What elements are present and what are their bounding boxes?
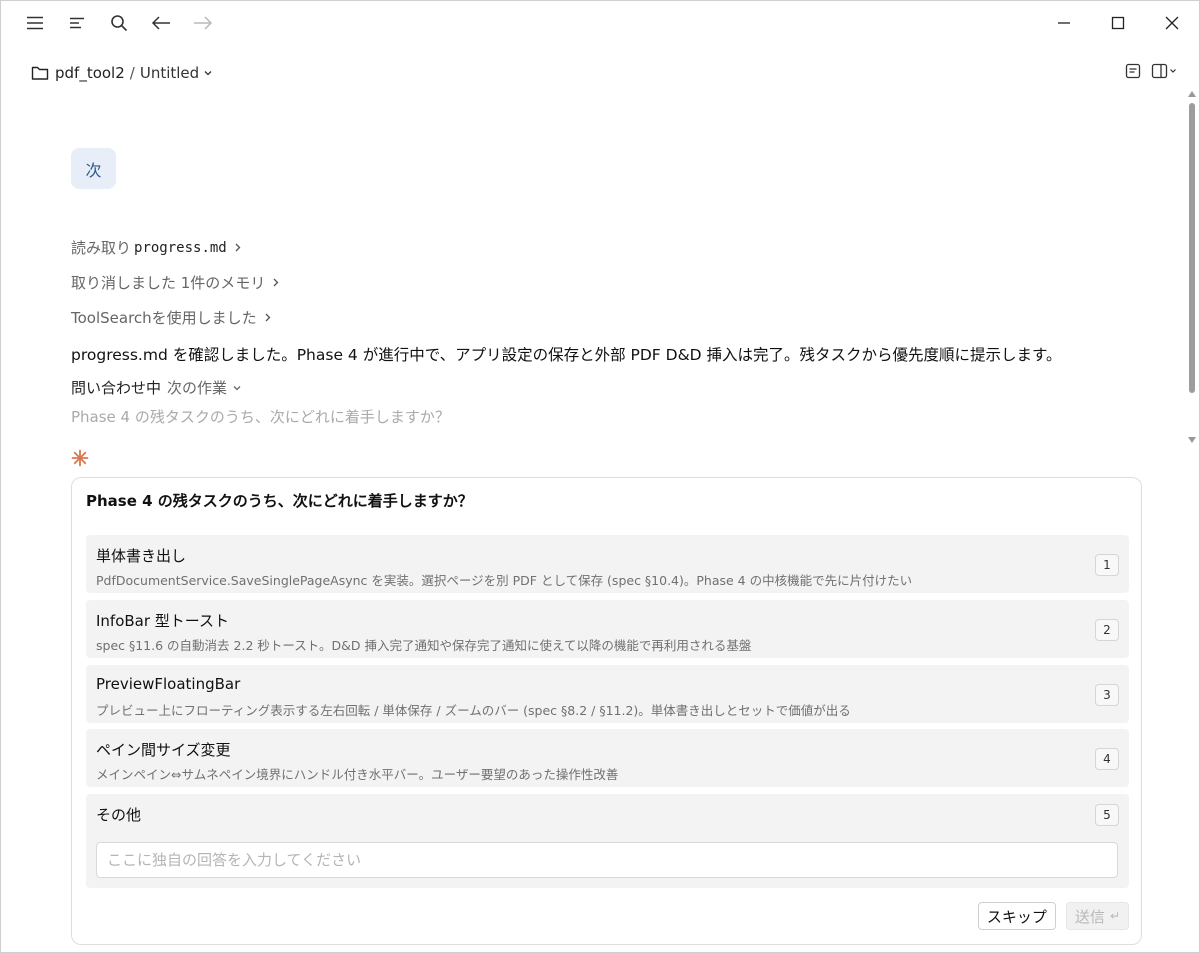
option-shortcut-key: 1 xyxy=(1095,554,1119,576)
question-card: Phase 4 の残タスクのうち、次にどれに着手しますか？ 単体書き出し Pdf… xyxy=(71,477,1142,945)
project-name[interactable]: pdf_tool2 xyxy=(55,64,125,82)
scrollbar[interactable] xyxy=(1186,91,1198,451)
skip-button[interactable]: スキップ xyxy=(977,902,1056,930)
list-icon[interactable] xyxy=(63,9,91,37)
panel-toggle-icon[interactable] xyxy=(1151,63,1177,79)
scroll-down-arrow[interactable] xyxy=(1188,437,1196,443)
option-title: InfoBar 型トースト xyxy=(96,612,230,630)
search-icon[interactable] xyxy=(105,9,133,37)
step-memory[interactable]: 取り消しました 1件のメモリ xyxy=(71,272,279,293)
notes-icon[interactable] xyxy=(1125,63,1141,79)
title-bar xyxy=(1,1,1199,45)
option-other[interactable]: その他 5 xyxy=(86,794,1129,888)
step-memory-label: 取り消しました 1件のメモリ xyxy=(71,274,266,292)
breadcrumb-bar: pdf_tool2 / Untitled xyxy=(1,53,1199,93)
custom-answer-input[interactable] xyxy=(96,842,1118,878)
chevron-right-icon xyxy=(235,243,241,252)
inquiry-topic: 次の作業 xyxy=(167,379,228,397)
step-read-label: 読み取り xyxy=(71,239,132,257)
back-arrow-icon[interactable] xyxy=(147,9,175,37)
document-title: Untitled xyxy=(139,64,200,82)
chevron-right-icon xyxy=(265,313,271,322)
option-description: メインペイン⇔サムネペイン境界にハンドル付き水平バー。ユーザー要望のあった操作性… xyxy=(96,767,619,782)
question-title: Phase 4 の残タスクのうち、次にどれに着手しますか？ xyxy=(86,492,473,510)
inquiry-label: 問い合わせ中 xyxy=(71,379,162,397)
option-shortcut-key: 3 xyxy=(1095,684,1119,706)
option-description: プレビュー上にフローティング表示する左右回転 / 単体保存 / ズームのバー (… xyxy=(96,703,851,718)
enter-key-icon: ↵ xyxy=(1109,909,1120,923)
option-title: 単体書き出し xyxy=(96,547,187,565)
step-toolsearch-label: ToolSearchを使用しました xyxy=(71,309,257,327)
inquiry-question: Phase 4 の残タスクのうち、次にどれに着手しますか？ xyxy=(71,408,450,426)
option-shortcut-key: 5 xyxy=(1095,804,1119,826)
chevron-right-icon xyxy=(273,278,279,287)
option-4[interactable]: ペイン間サイズ変更 メインペイン⇔サムネペイン境界にハンドル付き水平バー。ユーザ… xyxy=(86,729,1129,787)
option-description: PdfDocumentService.SaveSinglePageAsync を… xyxy=(96,573,913,588)
breadcrumb: pdf_tool2 / Untitled xyxy=(1,64,212,82)
chevron-down-icon xyxy=(233,385,241,391)
option-title: PreviewFloatingBar xyxy=(96,675,241,693)
scroll-thumb[interactable] xyxy=(1189,103,1195,393)
assistant-summary: progress.md を確認しました。Phase 4 が進行中で、アプリ設定の… xyxy=(71,346,1062,364)
chevron-down-icon xyxy=(204,70,212,76)
document-title-dropdown[interactable]: Untitled xyxy=(140,64,212,82)
user-message-bubble: 次 xyxy=(71,148,116,189)
forward-arrow-icon[interactable] xyxy=(189,9,217,37)
scroll-up-arrow[interactable] xyxy=(1188,91,1196,97)
close-icon[interactable] xyxy=(1145,1,1199,45)
maximize-icon[interactable] xyxy=(1091,1,1145,45)
option-title: その他 xyxy=(96,806,142,824)
send-label: 送信 xyxy=(1074,907,1105,926)
option-3[interactable]: PreviewFloatingBar プレビュー上にフローティング表示する左右回… xyxy=(86,665,1129,723)
option-description: spec §11.6 の自動消去 2.2 秒トースト。D&D 挿入完了通知や保存… xyxy=(96,638,752,653)
option-shortcut-key: 4 xyxy=(1095,748,1119,770)
option-1[interactable]: 単体書き出し PdfDocumentService.SaveSinglePage… xyxy=(86,535,1129,593)
option-2[interactable]: InfoBar 型トースト spec §11.6 の自動消去 2.2 秒トースト… xyxy=(86,600,1129,658)
minimize-icon[interactable] xyxy=(1037,1,1091,45)
folder-icon xyxy=(31,64,49,82)
step-toolsearch[interactable]: ToolSearchを使用しました xyxy=(71,307,271,328)
step-read-file[interactable]: 読み取り progress.md xyxy=(71,237,241,258)
inquiry-toggle[interactable]: 問い合わせ中 次の作業 xyxy=(71,377,241,398)
option-shortcut-key: 2 xyxy=(1095,619,1119,641)
menu-icon[interactable] xyxy=(21,9,49,37)
step-read-filename: progress.md xyxy=(134,239,227,256)
send-button[interactable]: 送信 ↵ xyxy=(1065,902,1129,930)
breadcrumb-separator: / xyxy=(129,64,135,82)
option-title: ペイン間サイズ変更 xyxy=(96,741,231,759)
spark-icon xyxy=(71,449,89,467)
